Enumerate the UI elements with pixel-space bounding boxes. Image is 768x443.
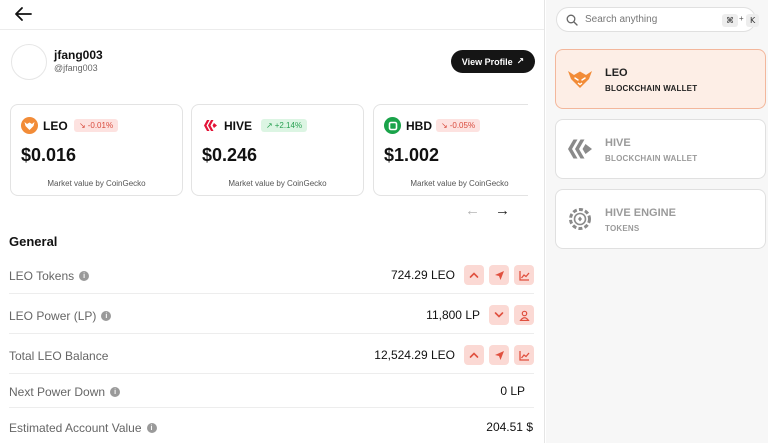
wallet-name: HIVE ENGINE: [605, 207, 676, 219]
info-icon[interactable]: i: [79, 271, 90, 281]
row-label: Total LEO Balance: [9, 349, 108, 363]
row-label-text: Total LEO Balance: [9, 349, 109, 363]
trend-down-icon: ↘: [79, 121, 86, 130]
external-link-icon: ↗: [516, 56, 525, 66]
hbd-logo-icon: [384, 117, 401, 134]
search-bar[interactable]: Search anything ⌘ + K: [556, 7, 760, 32]
change-value: +2.14%: [274, 121, 303, 130]
section-title: General: [9, 234, 58, 249]
row-value: 12,524.29 LEO: [374, 348, 455, 362]
table-row: Total LEO Balance 12,524.29 LEO: [9, 336, 534, 374]
row-value: 0 LP: [500, 384, 525, 398]
price-card-hive[interactable]: HIVE ↗ +2.14% $0.246 Market value by Coi…: [191, 104, 364, 196]
price-card-leo[interactable]: LEO ↘ -0.01% $0.016 Market value by Coin…: [10, 104, 183, 196]
info-icon[interactable]: i: [101, 311, 112, 321]
chart-button[interactable]: [514, 265, 534, 285]
chevron-up-icon: [469, 272, 479, 278]
change-badge: ↗ +2.14%: [261, 119, 308, 132]
card-footer: Market value by CoinGecko: [410, 179, 509, 188]
row-label: Next Power Down i: [9, 385, 121, 399]
card-footer: Market value by CoinGecko: [47, 179, 146, 188]
wallet-subtitle: BLOCKCHAIN WALLET: [605, 154, 698, 163]
avatar[interactable]: [11, 44, 47, 80]
send-icon: [494, 270, 504, 280]
user-handle: @jfang003: [54, 63, 98, 73]
row-label-text: Estimated Account Value: [9, 421, 142, 435]
power-up-button[interactable]: [464, 345, 484, 365]
trend-up-icon: ↗: [266, 121, 273, 130]
row-label-text: LEO Tokens: [9, 269, 75, 283]
hive-logo-icon: [202, 117, 219, 134]
send-button[interactable]: [489, 265, 509, 285]
top-bar: [0, 0, 544, 30]
row-value: 204.51 $: [486, 420, 533, 434]
leo-logo-icon: [21, 117, 38, 134]
view-profile-button[interactable]: View Profile ↗: [451, 50, 535, 73]
search-input[interactable]: Search anything: [585, 14, 657, 25]
row-value: 11,800 LP: [426, 308, 480, 322]
table-row: Estimated Account Value i 204.51 $: [9, 408, 534, 443]
info-icon[interactable]: i: [110, 387, 121, 397]
trend-down-icon: ↘: [441, 121, 448, 130]
k-key-badge: K: [746, 14, 760, 27]
card-footer: Market value by CoinGecko: [228, 179, 327, 188]
row-label: LEO Power (LP) i: [9, 309, 112, 323]
table-row: Next Power Down i 0 LP: [9, 372, 534, 408]
row-label-text: Next Power Down: [9, 385, 106, 399]
change-value: -0.05%: [449, 121, 476, 130]
username: jfang003: [54, 48, 103, 62]
chart-button[interactable]: [514, 345, 534, 365]
power-down-button[interactable]: [489, 305, 509, 325]
change-value: -0.01%: [87, 121, 114, 130]
table-row: LEO Tokens i 724.29 LEO: [9, 256, 534, 294]
row-value: 724.29 LEO: [390, 268, 455, 282]
leo-wallet-icon: [566, 65, 594, 93]
wallet-name: HIVE: [605, 137, 631, 149]
row-label-text: LEO Power (LP): [9, 309, 97, 323]
change-badge: ↘ -0.05%: [436, 119, 481, 132]
send-icon: [494, 350, 504, 360]
card-symbol: LEO: [43, 119, 68, 133]
carousel-prev-arrow-icon[interactable]: ←: [465, 202, 480, 219]
card-price: $0.016: [21, 145, 77, 165]
chart-icon: [518, 270, 529, 281]
power-up-button[interactable]: [464, 265, 484, 285]
shortcut-plus: +: [739, 14, 744, 23]
command-key-badge: ⌘: [722, 14, 738, 27]
chart-icon: [518, 350, 529, 361]
card-symbol: HIVE: [224, 119, 253, 133]
back-arrow-icon[interactable]: [14, 6, 32, 22]
chevron-down-icon: [494, 312, 504, 318]
hive-engine-icon: [566, 205, 594, 233]
price-card-hbd[interactable]: HBD ↘ -0.05% $1.002 Market value by Coin…: [373, 104, 528, 196]
card-symbol: HBD: [406, 119, 432, 133]
main-panel: jfang003 @jfang003 View Profile ↗ LEO ↘ …: [0, 0, 545, 443]
info-icon[interactable]: i: [146, 423, 157, 433]
wallet-name: LEO: [605, 67, 628, 79]
send-button[interactable]: [489, 345, 509, 365]
wallet-subtitle: BLOCKCHAIN WALLET: [605, 84, 698, 93]
user-icon: [518, 310, 530, 321]
row-label: Estimated Account Value i: [9, 421, 157, 435]
hive-wallet-icon: [566, 135, 594, 163]
card-price: $1.002: [384, 145, 440, 165]
chevron-up-icon: [469, 352, 479, 358]
carousel-next-arrow-icon[interactable]: →: [495, 202, 510, 219]
price-cards: LEO ↘ -0.01% $0.016 Market value by Coin…: [10, 104, 528, 196]
card-price: $0.246: [202, 145, 258, 165]
wallet-item-hive-engine[interactable]: HIVE ENGINE TOKENS: [555, 189, 766, 249]
search-icon: [566, 14, 578, 26]
view-profile-label: View Profile: [461, 56, 513, 67]
wallet-sidebar: Search anything ⌘ + K LEO BLOCKCHAIN WAL…: [546, 0, 768, 443]
wallet-item-hive[interactable]: HIVE BLOCKCHAIN WALLET: [555, 119, 766, 179]
delegate-button[interactable]: [514, 305, 534, 325]
change-badge: ↘ -0.01%: [74, 119, 119, 132]
table-row: LEO Power (LP) i 11,800 LP: [9, 296, 534, 334]
wallet-item-leo[interactable]: LEO BLOCKCHAIN WALLET: [555, 49, 766, 109]
profile-header: jfang003 @jfang003 View Profile ↗: [11, 44, 535, 84]
row-label: LEO Tokens i: [9, 269, 90, 283]
wallet-subtitle: TOKENS: [605, 224, 640, 233]
